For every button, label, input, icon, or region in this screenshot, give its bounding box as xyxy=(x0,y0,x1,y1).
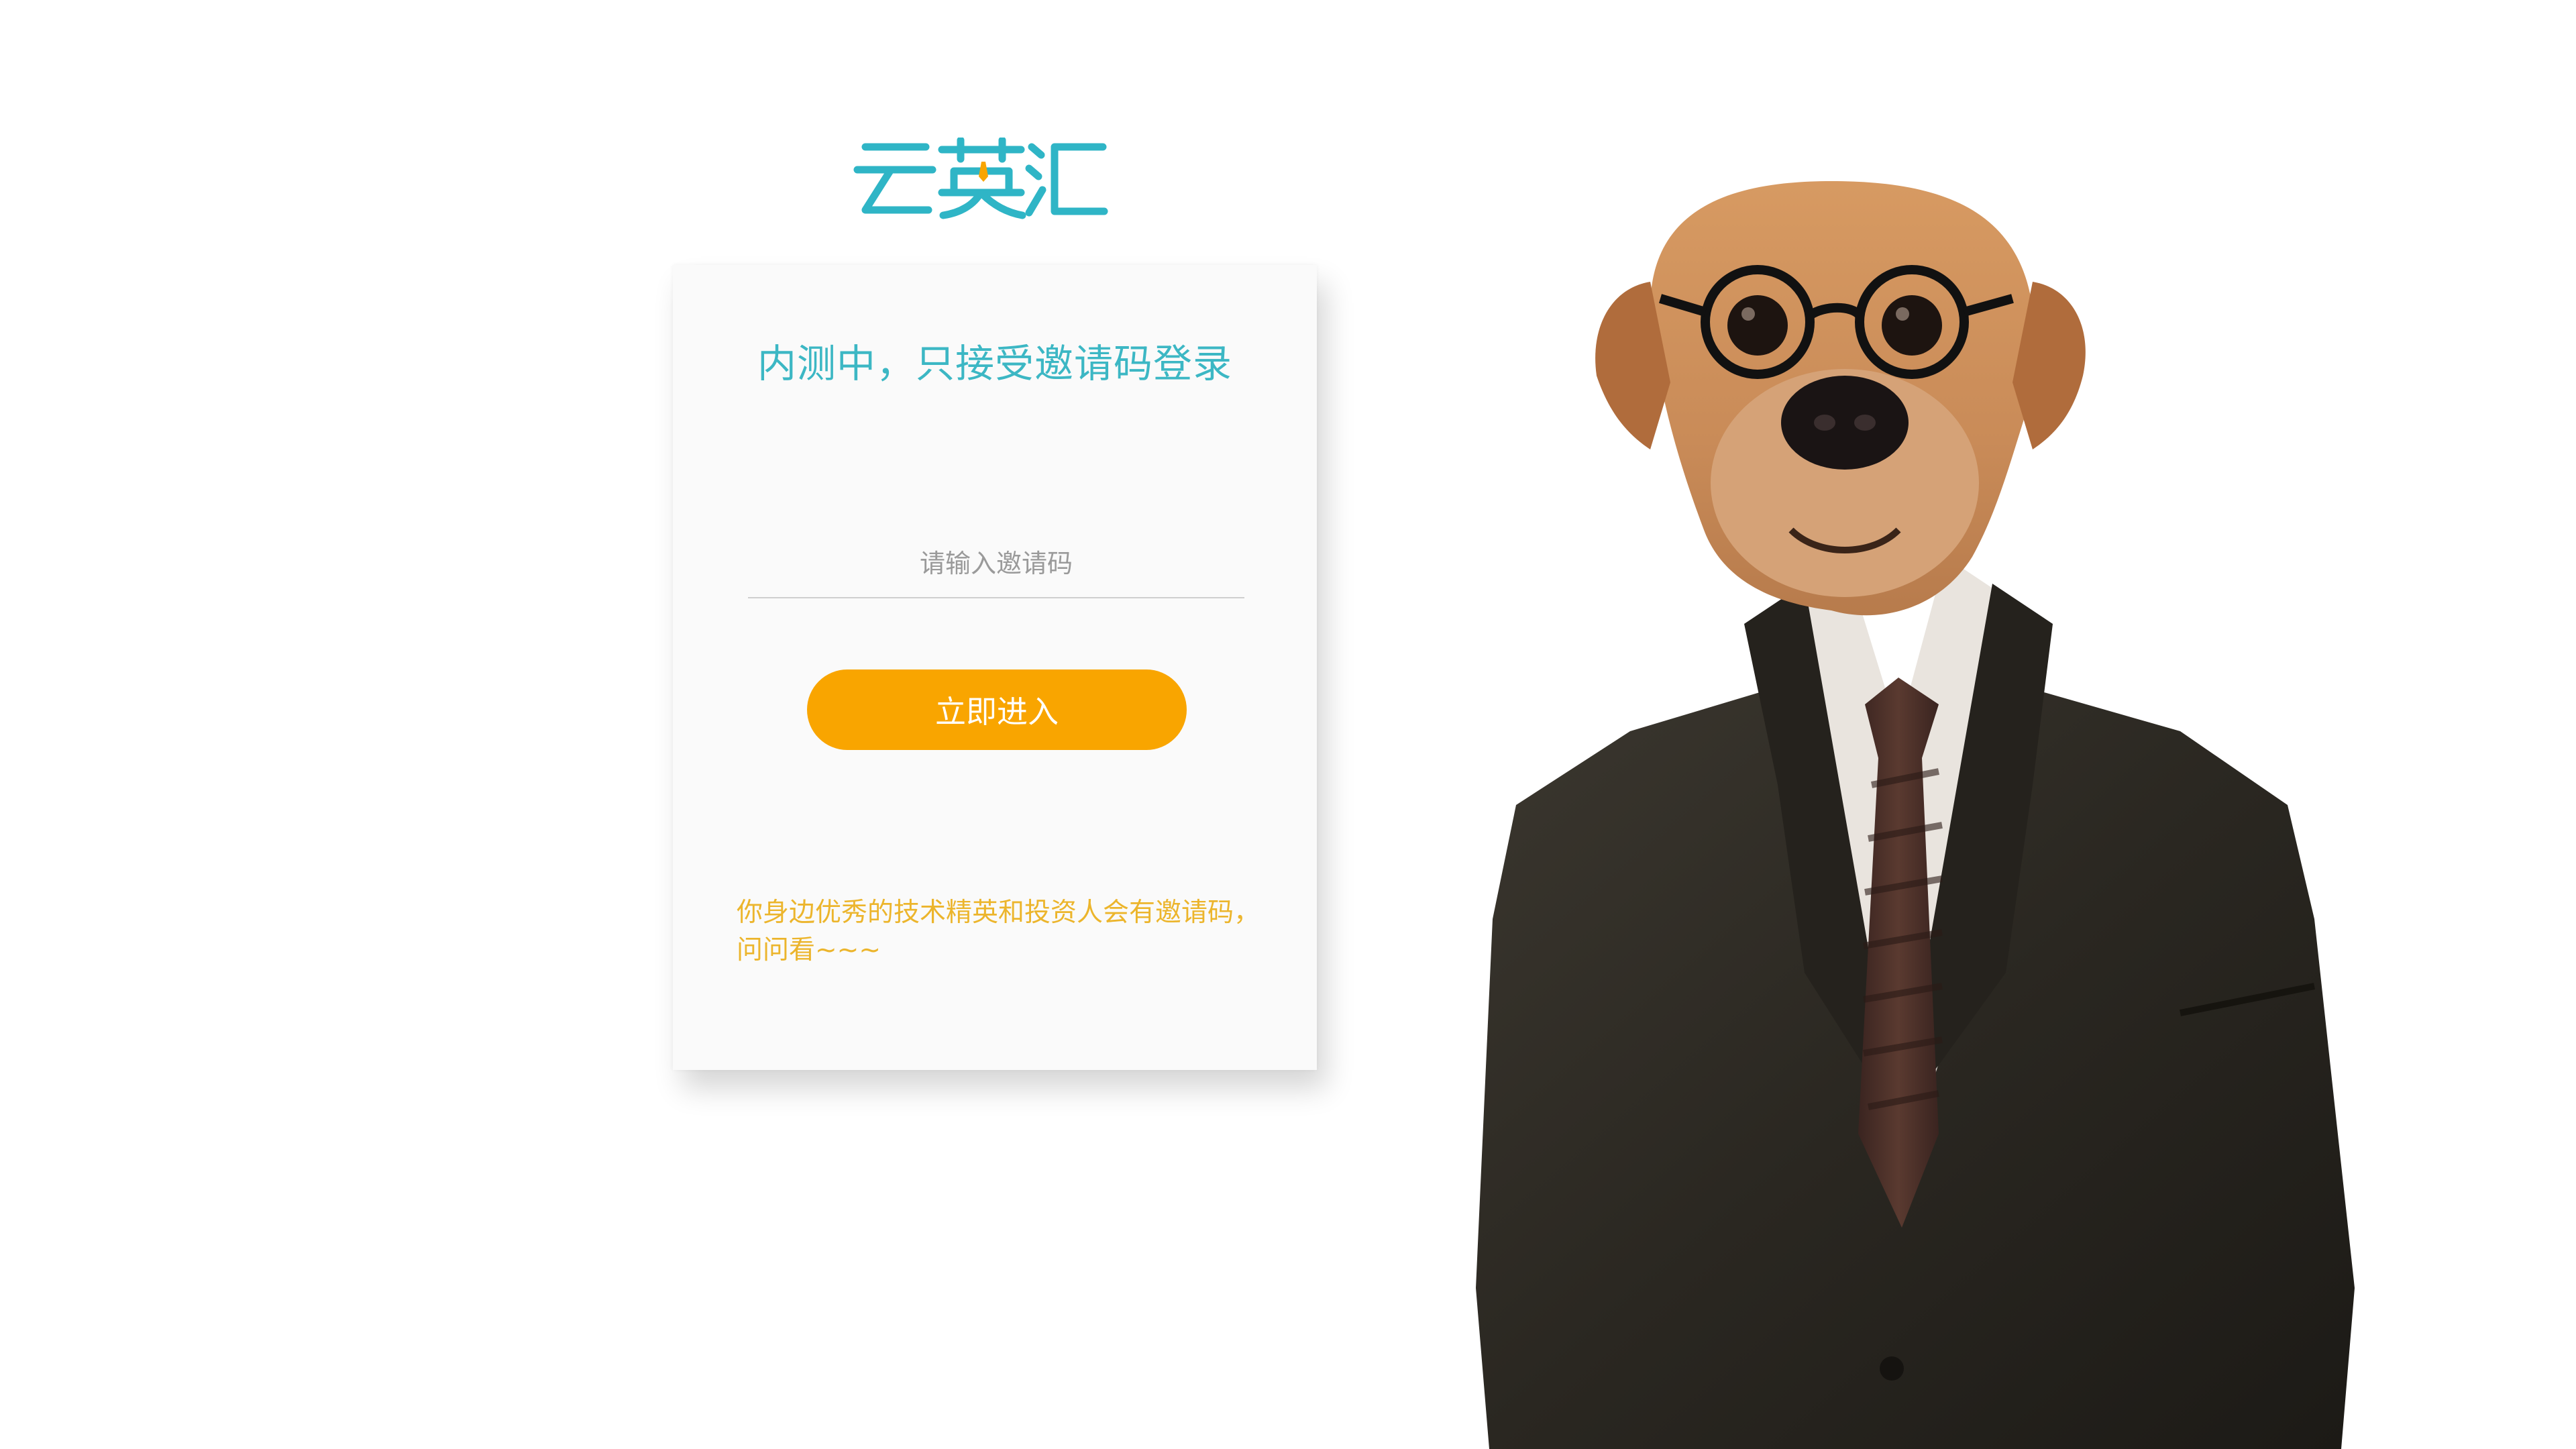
enter-button[interactable]: 立即进入 xyxy=(807,669,1187,750)
dog-in-suit-image xyxy=(1429,181,2475,1449)
invite-hint-text: 你身边优秀的技术精英和投资人会有邀请码，问问看~~~ xyxy=(737,898,1260,965)
invite-login-card: 内测中，只接受邀请码登录 立即进入 你身边优秀的技术精英和投资人会有邀请码，问问… xyxy=(673,265,1317,1070)
brand-logo-icon xyxy=(853,136,1108,219)
dog-in-suit-icon xyxy=(1476,181,2355,1449)
card-title: 内测中，只接受邀请码登录 xyxy=(757,341,1232,386)
login-page: 内测中，只接受邀请码登录 立即进入 你身边优秀的技术精英和投资人会有邀请码，问问… xyxy=(0,0,2576,1449)
brand-logo xyxy=(853,136,1108,221)
invite-code-input[interactable] xyxy=(748,530,1244,598)
